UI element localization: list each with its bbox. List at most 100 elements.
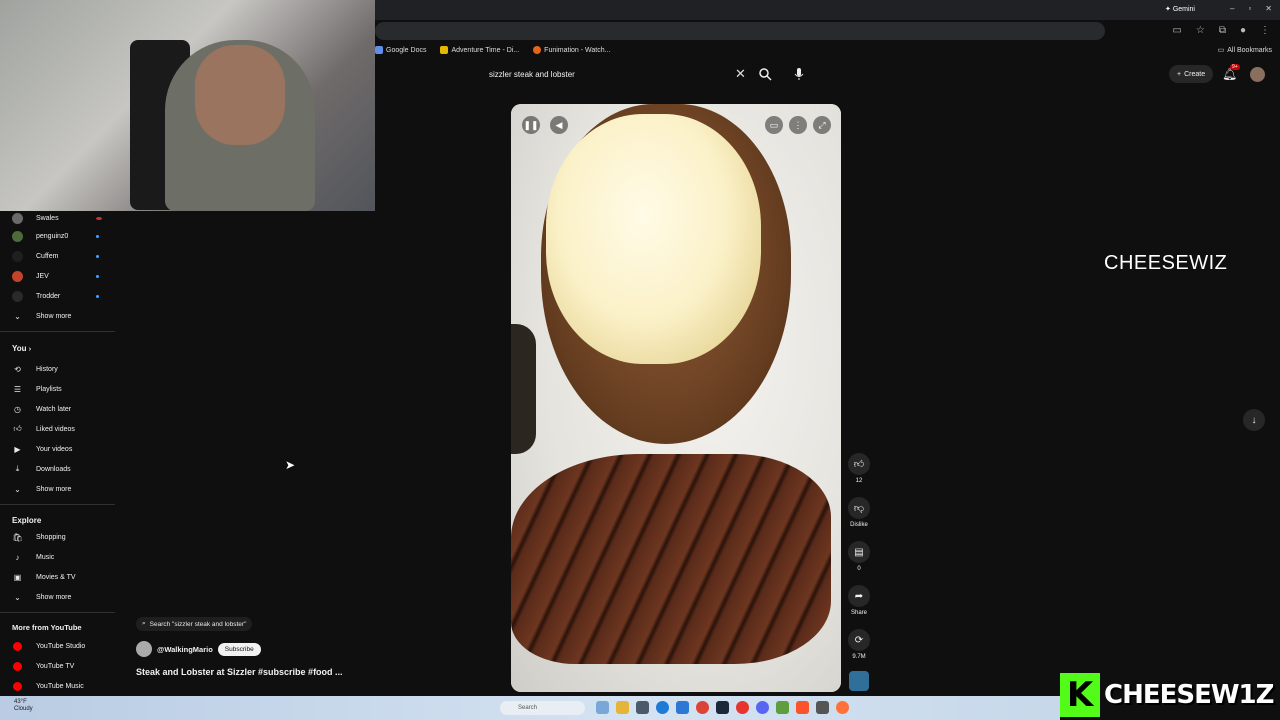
discord-icon[interactable] [756,701,769,714]
minimize-icon[interactable]: – [1230,4,1234,13]
sidebar-item-downloads[interactable]: ⤓ Downloads [0,462,115,476]
sidebar-item-your-videos[interactable]: ▶ Your videos [0,442,115,456]
obs-icon[interactable] [736,701,749,714]
extensions-icon[interactable]: ⧉ [1219,25,1226,36]
search-suggestion-chip[interactable]: ⌕ Search "sizzler steak and lobster" [136,617,253,631]
gemini-label: Gemini [1172,6,1195,13]
bookmark-label: Adventure Time - Di... [451,46,520,54]
brand-name: CHEESEW1Z [1104,680,1274,710]
sound-thumbnail[interactable] [849,671,869,691]
channel-avatar [12,230,23,242]
file-explorer-icon[interactable] [616,701,629,714]
fullscreen-icon[interactable]: ⤢ [813,116,831,134]
sidebar-item-label: Your videos [36,445,73,453]
subscribe-button[interactable]: Subscribe [217,642,261,656]
sidebar-item-youtube-studio[interactable]: YouTube Studio [0,639,115,653]
share-icon: ➦ [848,585,870,607]
bookmark-funimation[interactable]: Funimation - Watch... [533,46,610,54]
dislike-button[interactable]: 👎︎ Dislike [846,497,872,528]
channel-name[interactable]: @WalkingMario [157,645,213,654]
maximize-icon[interactable]: ▫ [1248,4,1251,13]
brave-icon[interactable] [796,701,809,714]
pause-icon[interactable]: ❚❚ [522,116,540,134]
search-icon[interactable] [758,67,772,81]
sidebar-sub-jev[interactable]: JEV [0,269,115,283]
short-title[interactable]: Steak and Lobster at Sizzler #subscribe … [136,667,343,677]
you-show-more[interactable]: ⌄ Show more [0,482,115,496]
movies-icon: ▣ [13,572,22,582]
sidebar-item-label: Watch later [36,405,72,413]
terminal-icon[interactable] [816,701,829,714]
bookmark-google-docs[interactable]: Google Docs [375,46,426,54]
video-frame-baked-potato [541,104,791,444]
thumbs-down-icon: 👎︎ [848,497,870,519]
microphone-icon[interactable] [793,67,805,81]
steam-icon[interactable] [716,701,729,714]
more-options-icon[interactable]: ⋮ [789,116,807,134]
bookmark-adventure-time[interactable]: Adventure Time - Di... [440,46,519,54]
channel-avatar[interactable] [136,641,152,657]
like-icon: 👍︎ [13,424,22,433]
close-window-icon[interactable]: ✕ [1265,4,1272,13]
comments-button[interactable]: ▤ 0 [846,541,872,572]
sidebar-sub-trodder[interactable]: Trodder [0,289,115,303]
menu-icon[interactable]: ⋮ [1260,25,1270,36]
show-more-label: Show more [36,312,72,320]
window-controls: – ▫ ✕ [1230,4,1272,13]
sidebar-item-movies-tv[interactable]: ▣ Movies & TV [0,570,115,584]
new-content-dot [96,254,99,258]
channel-row: @WalkingMario Subscribe [136,641,261,657]
cast-icon[interactable]: ▭ [1172,25,1181,36]
captions-icon[interactable]: ▭ [765,116,783,134]
store-icon[interactable] [676,701,689,714]
playlists-icon: ☰ [13,384,22,394]
sidebar-item-liked-videos[interactable]: 👍︎ Liked videos [0,422,115,436]
weather-widget[interactable]: 43°F Cloudy [14,699,33,713]
search-input[interactable]: sizzler steak and lobster [482,64,752,84]
edge-icon[interactable] [656,701,669,714]
music-icon: ♪ [15,552,20,562]
sidebar-sub-swales[interactable]: Swales [0,211,115,225]
sidebar-item-label: YouTube TV [36,662,75,670]
like-button[interactable]: 👍︎ 12 [846,453,872,484]
sidebar-sub-penguinz0[interactable]: penguinz0 [0,229,115,243]
your-videos-icon: ▶ [14,444,21,454]
sidebar-item-label: Music [36,553,55,561]
chevron-down-icon: ⌄ [14,592,21,602]
short-video-player[interactable]: ❚❚ ◀︎ ▭ ⋮ ⤢ [511,104,841,692]
task-view-icon[interactable] [596,701,609,714]
remix-button[interactable]: ⟳ 9.7M [846,629,872,660]
history-icon: ⟲ [14,364,21,374]
new-content-dot [96,294,99,298]
profile-icon[interactable]: ● [1240,25,1246,36]
taskbar-search[interactable]: Search [500,701,585,715]
sidebar-item-music[interactable]: ♪ Music [0,550,115,564]
account-avatar[interactable] [1250,67,1265,82]
create-button[interactable]: + Create [1169,65,1214,83]
sidebar-item-youtube-tv[interactable]: YouTube TV [0,659,115,673]
clear-search-icon[interactable]: ✕ [735,66,746,82]
you-heading[interactable]: You › [12,344,31,353]
sidebar-item-watch-later[interactable]: ◷ Watch later [0,402,115,416]
sidebar-sub-cuffem[interactable]: Cuffem [0,249,115,263]
sidebar-item-shopping[interactable]: 🛍︎ Shopping [0,530,115,544]
sidebar-item-history[interactable]: ⟲ History [0,362,115,376]
all-bookmarks-button[interactable]: ▭ All Bookmarks [1218,46,1272,55]
next-short-arrow-icon[interactable]: ↓ [1243,409,1265,431]
explore-show-more[interactable]: ⌄ Show more [0,590,115,604]
bookmark-star-icon[interactable]: ☆ [1196,25,1205,36]
address-bar[interactable] [375,22,1105,40]
channel-avatar [12,212,23,224]
app-icon[interactable] [776,701,789,714]
comment-icon: ▤ [848,541,870,563]
share-button[interactable]: ➦ Share [846,585,872,616]
calculator-icon[interactable] [636,701,649,714]
firefox-icon[interactable] [836,701,849,714]
sidebar-item-youtube-music[interactable]: YouTube Music [0,679,115,693]
chrome-icon[interactable] [696,701,709,714]
gemini-button[interactable]: ✦ Gemini [1165,5,1195,13]
all-bookmarks-label: All Bookmarks [1227,46,1272,54]
subscriptions-show-more[interactable]: ⌄ Show more [0,309,115,323]
volume-icon[interactable]: ◀︎ [550,116,568,134]
sidebar-item-playlists[interactable]: ☰ Playlists [0,382,115,396]
